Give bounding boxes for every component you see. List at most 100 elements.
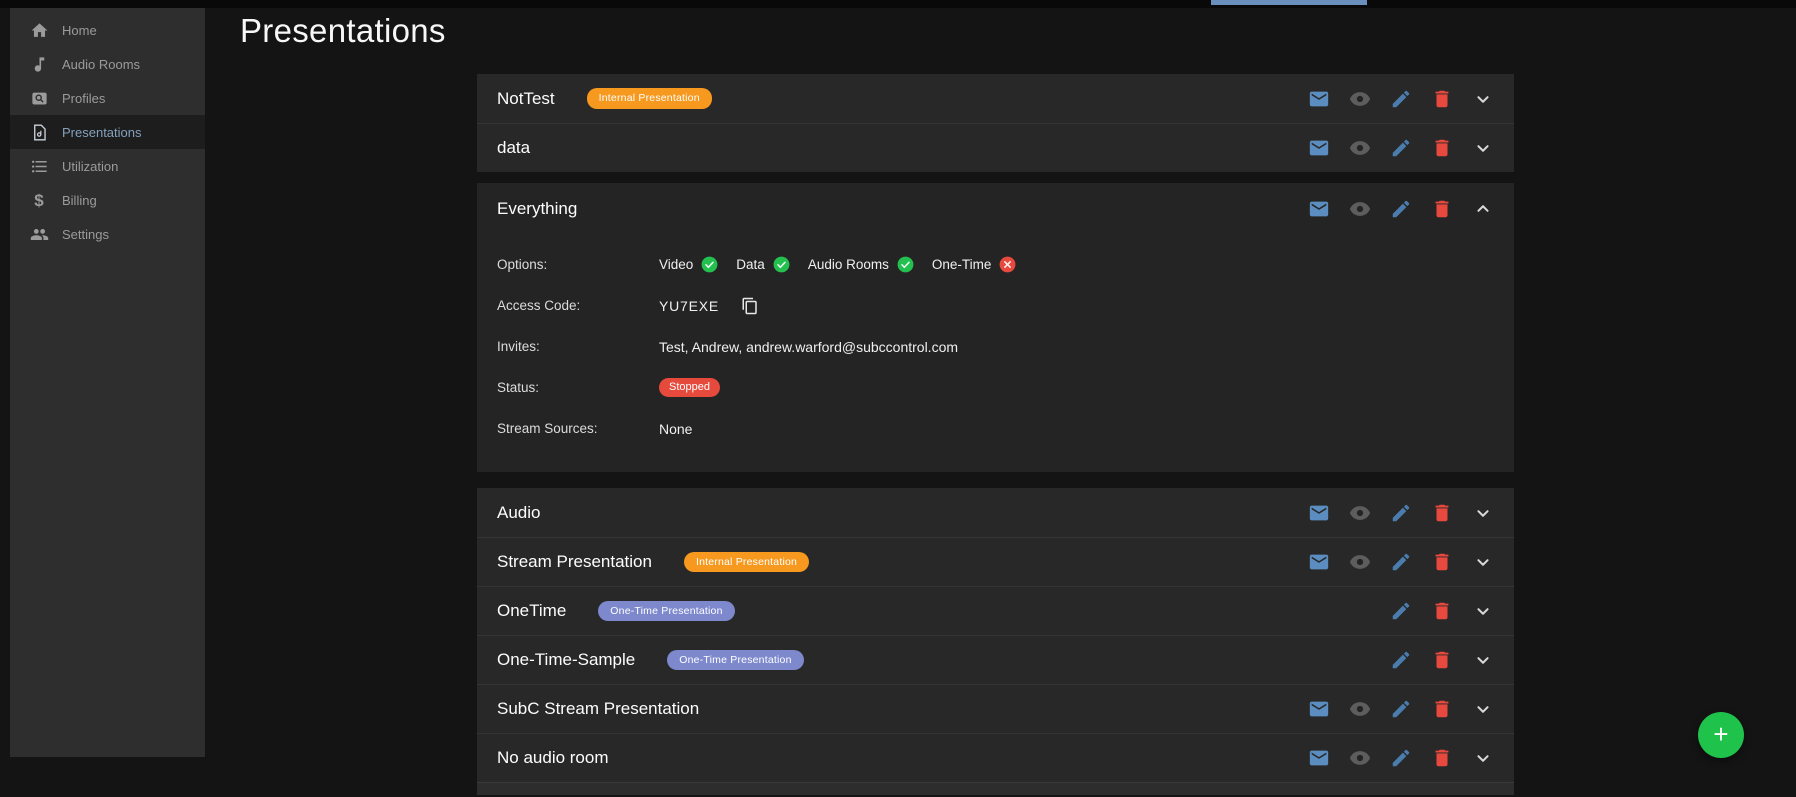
preview-button[interactable]: [1349, 747, 1371, 769]
sidebar-item-label: Profiles: [62, 91, 105, 106]
chevron-down-icon: [1472, 649, 1494, 671]
send-email-button[interactable]: [1308, 137, 1330, 159]
row-actions: [1390, 649, 1494, 671]
edit-button[interactable]: [1390, 137, 1412, 159]
presentation-row-data[interactable]: data: [477, 123, 1514, 172]
delete-button[interactable]: [1431, 137, 1453, 159]
options-list: Video Data Audio Rooms One-Time: [659, 255, 1017, 274]
send-email-button[interactable]: [1308, 502, 1330, 524]
invites-label: Invites:: [497, 339, 659, 354]
edit-button[interactable]: [1390, 698, 1412, 720]
status-badge: Stopped: [659, 378, 720, 397]
option-label: Video: [659, 257, 693, 272]
sidebar-item-billing[interactable]: $ Billing: [10, 183, 205, 217]
delete-button[interactable]: [1431, 747, 1453, 769]
send-email-button[interactable]: [1308, 698, 1330, 720]
expand-toggle-button[interactable]: [1472, 747, 1494, 769]
sidebar-item-label: Settings: [62, 227, 109, 242]
send-email-button[interactable]: [1308, 198, 1330, 220]
presentation-row-everything[interactable]: Everything: [477, 183, 1514, 235]
delete-icon: [1431, 698, 1453, 720]
delete-button[interactable]: [1431, 551, 1453, 573]
preview-button[interactable]: [1349, 88, 1371, 110]
presentations-list: NotTest Internal Presentation data Every…: [477, 74, 1514, 795]
edit-button[interactable]: [1390, 747, 1412, 769]
delete-button[interactable]: [1431, 198, 1453, 220]
row-actions: [1308, 502, 1494, 524]
presentation-row-audio[interactable]: Audio: [477, 488, 1514, 537]
expand-toggle-button[interactable]: [1472, 649, 1494, 671]
copy-access-code-button[interactable]: [741, 297, 759, 315]
option-item: One-Time: [932, 255, 1018, 274]
expand-toggle-button[interactable]: [1472, 502, 1494, 524]
mail-icon: [1308, 747, 1330, 769]
edit-button[interactable]: [1390, 649, 1412, 671]
delete-button[interactable]: [1431, 600, 1453, 622]
expand-toggle-button[interactable]: [1472, 137, 1494, 159]
chevron-down-icon: [1472, 137, 1494, 159]
status-row: Status: Stopped: [497, 367, 1494, 408]
preview-button[interactable]: [1349, 698, 1371, 720]
expand-toggle-button[interactable]: [1472, 198, 1494, 220]
access-code-value: YU7EXE: [659, 298, 719, 314]
presentation-row-nottest[interactable]: NotTest Internal Presentation: [477, 74, 1514, 123]
send-email-button[interactable]: [1308, 747, 1330, 769]
sidebar-item-audio-rooms[interactable]: Audio Rooms: [10, 47, 205, 81]
send-email-button[interactable]: [1308, 551, 1330, 573]
edit-icon: [1390, 88, 1412, 110]
presentation-name: One-Time-Sample: [497, 650, 635, 670]
presentation-row-onetime[interactable]: OneTime One-Time Presentation: [477, 586, 1514, 635]
preview-button[interactable]: [1349, 137, 1371, 159]
add-presentation-button[interactable]: +: [1698, 712, 1744, 758]
image-search-icon: [28, 87, 50, 109]
presentation-row-one-time-sample[interactable]: One-Time-Sample One-Time Presentation: [477, 635, 1514, 684]
edit-button[interactable]: [1390, 600, 1412, 622]
delete-button[interactable]: [1431, 698, 1453, 720]
presentation-name: NotTest: [497, 89, 555, 109]
edit-button[interactable]: [1390, 502, 1412, 524]
presentation-row-no-audio-room[interactable]: No audio room: [477, 733, 1514, 782]
edit-icon: [1390, 551, 1412, 573]
presentation-row-subc-stream-presentation[interactable]: SubC Stream Presentation: [477, 684, 1514, 733]
sidebar-item-presentations[interactable]: Presentations: [10, 115, 205, 149]
people-icon: [28, 223, 50, 245]
sidebar-item-settings[interactable]: Settings: [10, 217, 205, 251]
row-actions: [1308, 551, 1494, 573]
delete-button[interactable]: [1431, 502, 1453, 524]
eye-icon: [1349, 88, 1371, 110]
option-label: Data: [736, 257, 765, 272]
sidebar-item-profiles[interactable]: Profiles: [10, 81, 205, 115]
mail-icon: [1308, 502, 1330, 524]
preview-button[interactable]: [1349, 198, 1371, 220]
expand-toggle-button[interactable]: [1472, 88, 1494, 110]
presentation-row-stream-presentation[interactable]: Stream Presentation Internal Presentatio…: [477, 537, 1514, 586]
edit-button[interactable]: [1390, 551, 1412, 573]
edit-button[interactable]: [1390, 88, 1412, 110]
delete-button[interactable]: [1431, 88, 1453, 110]
edit-icon: [1390, 698, 1412, 720]
table-row-partial: [477, 782, 1514, 795]
presentation-type-badge: One-Time Presentation: [667, 650, 803, 671]
sidebar-item-home[interactable]: Home: [10, 13, 205, 47]
edit-button[interactable]: [1390, 198, 1412, 220]
preview-button[interactable]: [1349, 551, 1371, 573]
row-actions: [1308, 747, 1494, 769]
eye-icon: [1349, 198, 1371, 220]
send-email-button[interactable]: [1308, 88, 1330, 110]
sidebar-item-label: Billing: [62, 193, 97, 208]
expand-toggle-button[interactable]: [1472, 551, 1494, 573]
copy-icon: [741, 297, 759, 315]
option-item: Audio Rooms: [808, 255, 915, 274]
delete-icon: [1431, 502, 1453, 524]
edit-icon: [1390, 600, 1412, 622]
row-actions: [1308, 137, 1494, 159]
presentation-name: SubC Stream Presentation: [497, 699, 699, 719]
preview-button[interactable]: [1349, 502, 1371, 524]
delete-button[interactable]: [1431, 649, 1453, 671]
mail-icon: [1308, 198, 1330, 220]
option-label: Audio Rooms: [808, 257, 889, 272]
sidebar-item-label: Audio Rooms: [62, 57, 140, 72]
expand-toggle-button[interactable]: [1472, 698, 1494, 720]
sidebar-item-utilization[interactable]: Utilization: [10, 149, 205, 183]
expand-toggle-button[interactable]: [1472, 600, 1494, 622]
